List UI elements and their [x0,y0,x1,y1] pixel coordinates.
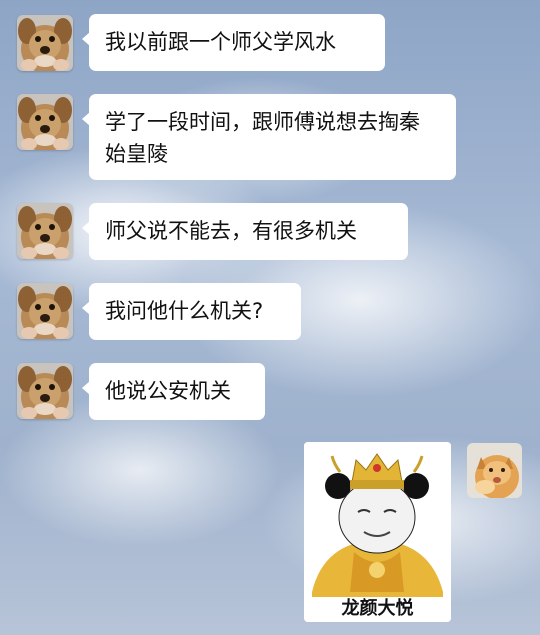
message-bubble[interactable]: 我以前跟一个师父学风水 [82,14,385,71]
message-text: 师父说不能去，有很多机关 [105,219,357,243]
message-text: 我以前跟一个师父学风水 [105,30,336,54]
dog-avatar-icon[interactable] [17,94,73,150]
message-text: 学了一段时间，跟师傅说想去掏秦始皇陵 [105,110,420,166]
message-bubble[interactable]: 师父说不能去，有很多机关 [82,203,408,260]
message-bubble[interactable]: 学了一段时间，跟师傅说想去掏秦始皇陵 [82,94,456,180]
sticker-message[interactable]: 龙颜大悦 [304,442,451,622]
sticker-caption: 龙颜大悦 [341,598,414,619]
cat-avatar-icon[interactable] [467,443,522,498]
dog-avatar-icon[interactable] [17,363,73,419]
dog-avatar-icon[interactable] [17,283,73,339]
dog-avatar-icon[interactable] [17,15,73,71]
dog-avatar-icon[interactable] [17,203,73,259]
message-bubble[interactable]: 我问他什么机关? [82,283,301,340]
message-text: 他说公安机关 [105,379,231,403]
message-text: 我问他什么机关? [105,299,264,323]
message-bubble[interactable]: 他说公安机关 [82,363,265,420]
